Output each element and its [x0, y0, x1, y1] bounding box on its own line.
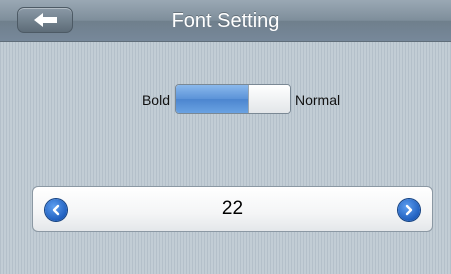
increase-size-button[interactable]	[398, 199, 420, 221]
normal-label: Normal	[295, 92, 341, 108]
toggle-knob[interactable]	[248, 85, 290, 113]
font-weight-row: Bold Normal	[0, 84, 451, 116]
font-weight-toggle[interactable]	[175, 84, 291, 114]
title-bar: Font Setting	[0, 0, 451, 42]
page-title: Font Setting	[171, 10, 280, 32]
font-size-stepper: 22	[32, 186, 433, 232]
bold-label: Bold	[141, 92, 170, 108]
font-size-value: 22	[221, 198, 244, 219]
chevron-right-circle-icon	[405, 204, 413, 216]
toggle-fill	[176, 85, 248, 113]
